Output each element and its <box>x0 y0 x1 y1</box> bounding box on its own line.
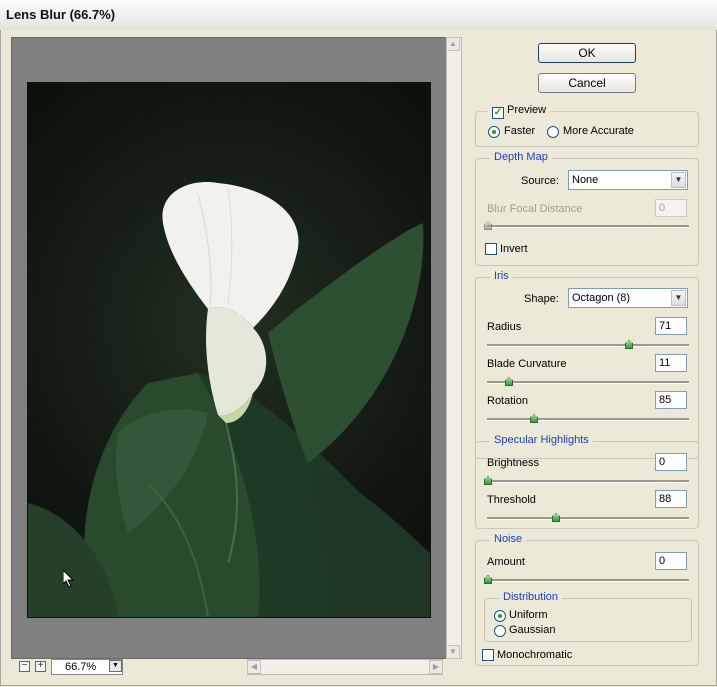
source-label: Source: <box>521 175 559 187</box>
gaussian-label: Gaussian <box>509 624 556 636</box>
more-accurate-label: More Accurate <box>563 125 634 137</box>
amount-thumb[interactable] <box>484 575 492 584</box>
zoom-level-text: 66.7% <box>65 661 97 673</box>
radius-label: Radius <box>487 321 522 333</box>
specular-highlights-legend: Specular Highlights <box>490 434 593 446</box>
brightness-field[interactable]: 0 <box>655 453 687 471</box>
uniform-radio[interactable] <box>494 610 506 622</box>
scroll-up-icon[interactable]: ▲ <box>446 37 460 51</box>
scroll-left-icon[interactable]: ◀ <box>247 660 261 674</box>
preview-label: Preview <box>507 104 547 116</box>
noise-group: Noise Amount 0 Distribution Uniform Gaus… <box>475 533 699 666</box>
preview-group: ✓ Preview Faster More Accurate <box>475 104 699 147</box>
brightness-track[interactable] <box>487 480 689 483</box>
threshold-track[interactable] <box>487 517 689 520</box>
shape-value: Octagon (8) <box>572 292 631 304</box>
cancel-button[interactable]: Cancel <box>538 73 636 93</box>
depth-map-legend: Depth Map <box>490 151 552 163</box>
blur-focal-distance-label: Blur Focal Distance <box>487 203 583 215</box>
rotation-label: Rotation <box>487 395 528 407</box>
ok-button[interactable]: OK <box>538 43 636 63</box>
scroll-right-icon[interactable]: ▶ <box>429 660 443 674</box>
preview-canvas[interactable] <box>11 37 447 659</box>
blade-curvature-field[interactable]: 11 <box>655 354 687 372</box>
title-bar: Lens Blur (66.7%) <box>0 0 717 31</box>
blur-focal-distance-track[interactable] <box>487 225 689 228</box>
blur-focal-distance-field[interactable]: 0 <box>655 199 687 217</box>
distribution-group: Distribution Uniform Gaussian <box>484 591 692 642</box>
gaussian-radio[interactable] <box>494 625 506 637</box>
faster-radio[interactable] <box>488 126 500 138</box>
preview-image[interactable] <box>27 82 431 618</box>
distribution-legend: Distribution <box>499 591 563 603</box>
iris-group: Iris Shape: Octagon (8) ▼ Radius 71 Blad… <box>475 270 699 459</box>
window-title: Lens Blur (66.7%) <box>6 7 116 22</box>
rotation-field[interactable]: 85 <box>655 391 687 409</box>
blade-curvature-thumb[interactable] <box>505 377 513 386</box>
zoom-dropdown-icon[interactable]: ▼ <box>109 660 122 672</box>
shape-label: Shape: <box>524 293 559 305</box>
threshold-label: Threshold <box>487 494 536 506</box>
scroll-down-icon[interactable]: ▼ <box>446 645 460 659</box>
source-value: None <box>572 174 599 186</box>
threshold-thumb[interactable] <box>552 513 560 522</box>
blade-curvature-track[interactable] <box>487 381 689 384</box>
threshold-field[interactable]: 88 <box>655 490 687 508</box>
preview-horizontal-scrollbar[interactable]: ◀ ▶ <box>247 659 443 675</box>
amount-label: Amount <box>487 556 525 568</box>
blur-focal-distance-thumb[interactable] <box>484 221 492 230</box>
faster-label: Faster <box>504 125 536 137</box>
chevron-down-icon: ▼ <box>671 172 686 188</box>
brightness-thumb[interactable] <box>484 476 492 485</box>
amount-track[interactable] <box>487 579 689 582</box>
radius-thumb[interactable] <box>625 340 633 349</box>
shape-select[interactable]: Octagon (8) ▼ <box>568 288 688 308</box>
mouse-cursor-icon <box>62 568 75 591</box>
radius-track[interactable] <box>487 344 689 347</box>
zoom-in-icon[interactable]: + <box>35 661 46 672</box>
monochromatic-checkbox[interactable] <box>482 649 494 661</box>
lens-blur-dialog: ▲ ▼ − + 66.7% ▼ ◀ ▶ OK Cancel ✓ Preview F… <box>0 30 717 686</box>
more-accurate-radio[interactable] <box>547 126 559 138</box>
brightness-label: Brightness <box>487 457 539 469</box>
chevron-down-icon: ▼ <box>671 290 686 306</box>
source-select[interactable]: None ▼ <box>568 170 688 190</box>
rotation-track[interactable] <box>487 418 689 421</box>
radius-field[interactable]: 71 <box>655 317 687 335</box>
preview-legend: ✓ Preview <box>488 104 551 119</box>
preview-checkbox[interactable]: ✓ <box>492 107 504 119</box>
rotation-thumb[interactable] <box>530 414 538 423</box>
amount-field[interactable]: 0 <box>655 552 687 570</box>
zoom-bar: − + 66.7% ▼ ◀ ▶ <box>11 658 461 678</box>
uniform-label: Uniform <box>509 609 548 621</box>
preview-vertical-scrollbar[interactable]: ▲ ▼ <box>446 37 462 659</box>
noise-legend: Noise <box>490 533 527 545</box>
blade-curvature-label: Blade Curvature <box>487 358 567 370</box>
monochromatic-label: Monochromatic <box>497 649 573 661</box>
invert-checkbox[interactable] <box>485 243 497 255</box>
depth-map-group: Depth Map Source: None ▼ Blur Focal Dist… <box>475 151 699 266</box>
iris-legend: Iris <box>490 270 513 282</box>
invert-label: Invert <box>500 243 528 255</box>
calla-lily-photo <box>28 182 430 617</box>
specular-highlights-group: Specular Highlights Brightness 0 Thresho… <box>475 434 699 529</box>
zoom-out-icon[interactable]: − <box>19 661 30 672</box>
